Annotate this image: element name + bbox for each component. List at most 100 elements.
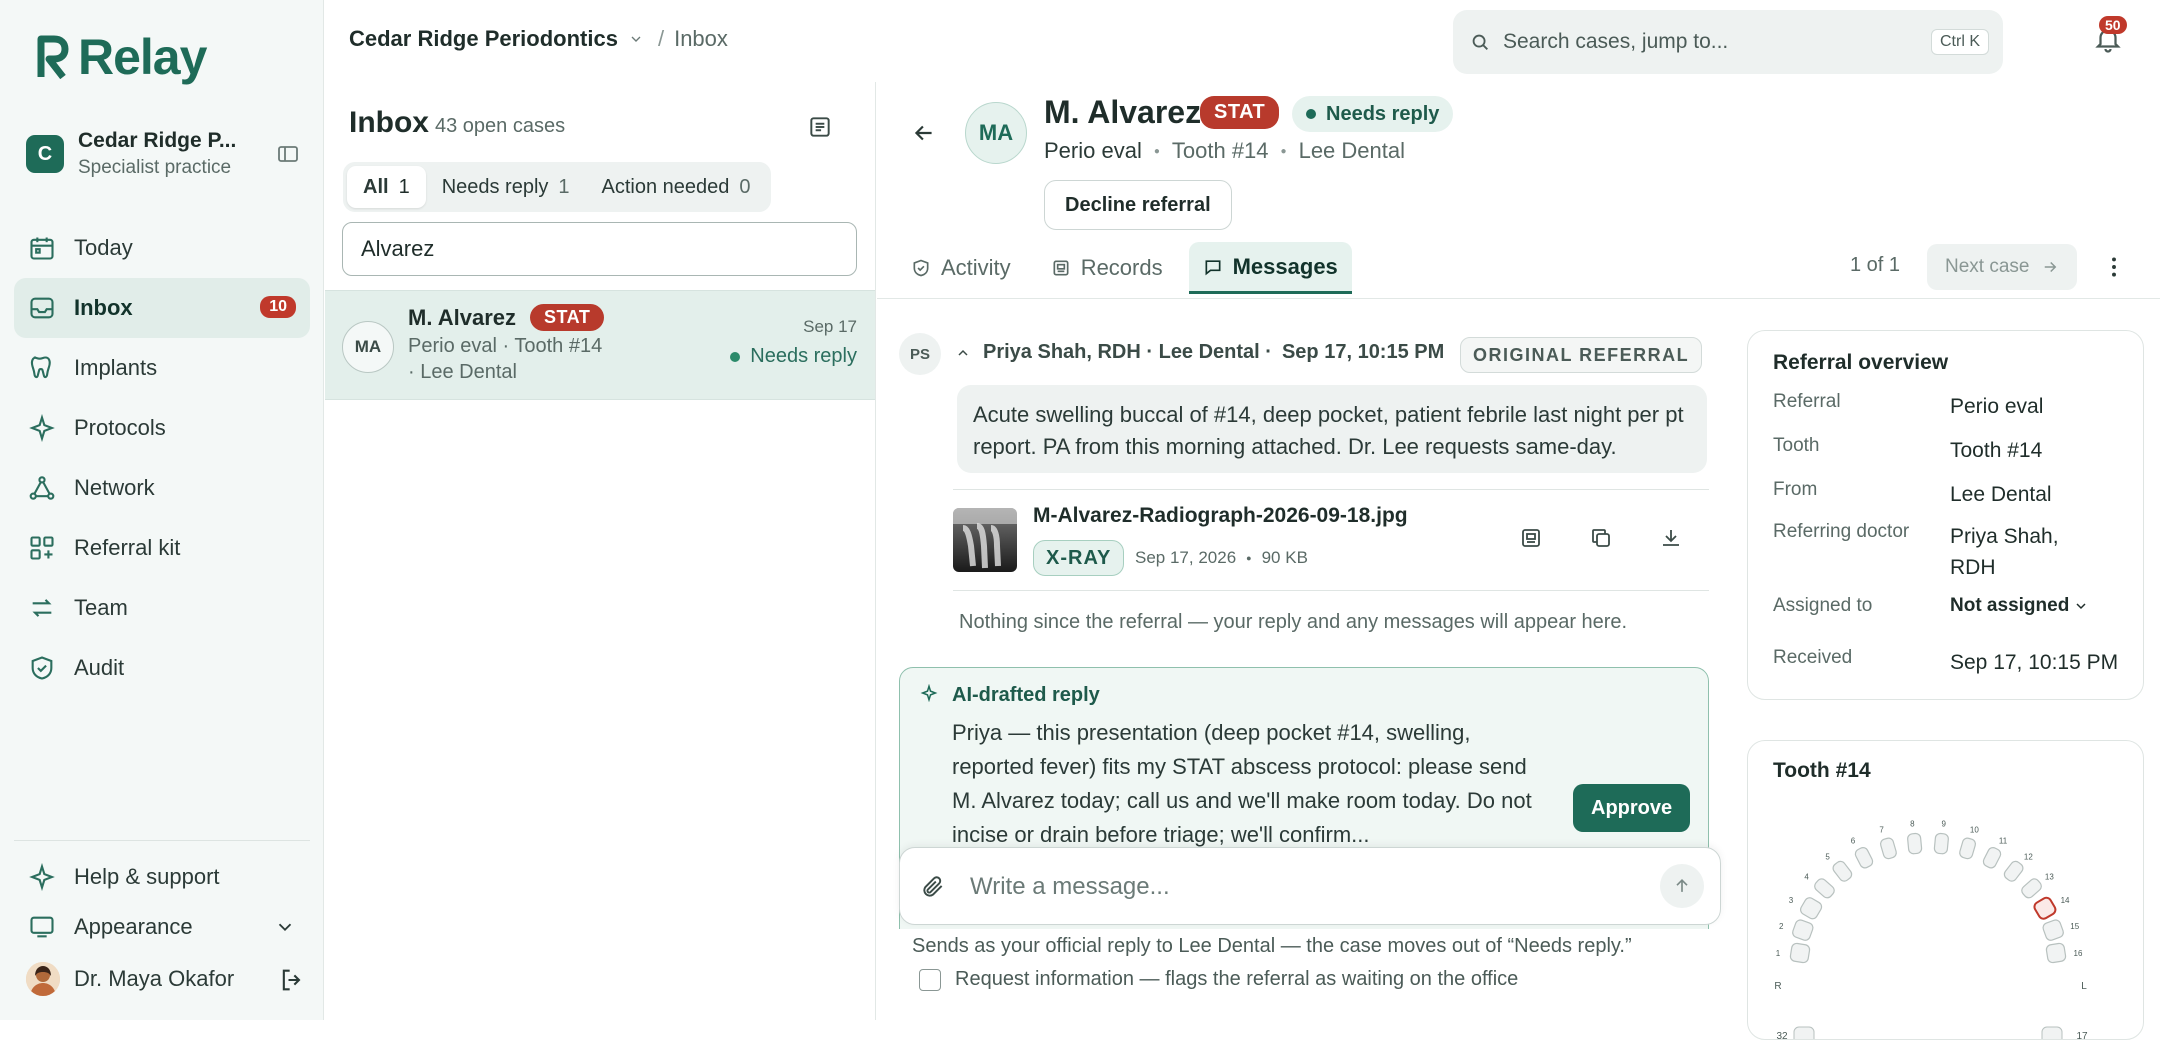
sidebar-item-label: Today — [74, 235, 133, 260]
tab-messages[interactable]: Messages — [1188, 242, 1352, 294]
sidebar-collapse-icon[interactable] — [276, 142, 300, 166]
sidebar-item-label: Implants — [74, 355, 158, 380]
copy-icon[interactable] — [1589, 526, 1613, 550]
tooth-7[interactable] — [1879, 837, 1897, 860]
overview-value: Lee Dental — [1950, 483, 2052, 506]
tab-records[interactable]: Records — [1037, 242, 1177, 294]
assignee-select[interactable]: Not assigned — [1950, 595, 2089, 617]
radiograph-thumbnail[interactable] — [953, 508, 1017, 572]
overview-label: Assigned to — [1773, 595, 1873, 616]
logout-icon[interactable] — [278, 966, 306, 994]
attachment-filename[interactable]: M-Alvarez-Radiograph-2026-09-18.jpg — [1033, 504, 1408, 528]
tooth-9[interactable] — [1933, 832, 1949, 855]
list-view-icon[interactable] — [807, 114, 833, 140]
filter-action-needed[interactable]: Action needed 0 — [586, 166, 767, 208]
status-dot — [1306, 109, 1316, 119]
search-input[interactable]: Search cases, jump to... — [1503, 30, 1931, 54]
sidebar-item-inbox[interactable]: Inbox 10 — [14, 278, 310, 338]
help-support-link[interactable]: Help & support — [14, 852, 310, 902]
tooth-1[interactable] — [1789, 942, 1811, 964]
relay-logo-icon — [37, 35, 69, 79]
case-tooth: Tooth #14 — [1171, 138, 1269, 163]
case-pager: 1 of 1 — [1850, 254, 1901, 276]
tooth-12[interactable] — [2002, 859, 2025, 883]
tooth-14[interactable] — [2033, 896, 2058, 921]
back-arrow-icon[interactable] — [911, 120, 937, 146]
message-header: Priya Shah, RDH · Lee Dental · Sep 17, 1… — [955, 341, 1444, 364]
approve-button[interactable]: Approve — [1573, 784, 1691, 832]
tooth-4[interactable] — [1813, 877, 1837, 900]
user-profile[interactable]: Dr. Maya Okafor — [26, 962, 316, 996]
overview-row: Referring doctor Priya Shah, RDH — [1773, 521, 2133, 583]
preview-icon[interactable] — [1519, 526, 1543, 550]
attachment-row[interactable]: M-Alvarez-Radiograph-2026-09-18.jpg X-RA… — [953, 489, 1709, 591]
tooth-5[interactable] — [1831, 859, 1854, 883]
org-switcher[interactable]: C Cedar Ridge P... Specialist practice — [26, 126, 306, 182]
sidebar-item-protocols[interactable]: Protocols — [14, 398, 310, 458]
bullet-separator: ● — [1280, 145, 1287, 157]
filter-all[interactable]: All 1 — [347, 166, 426, 208]
tooth-11[interactable] — [1982, 846, 2003, 870]
tooth-2[interactable] — [1791, 919, 1814, 942]
filter-label: Action needed — [601, 175, 730, 198]
arrows-icon — [28, 594, 56, 622]
tooth-number-label: 1 — [1776, 949, 1781, 958]
right-side-label: R — [1774, 981, 1781, 992]
attachment-meta: Sep 17, 2026 ● 90 KB — [1135, 548, 1308, 568]
sidebar-item-network[interactable]: Network — [14, 458, 310, 518]
case-details: Perio eval · Tooth #14 · Lee Dental — [408, 333, 628, 385]
more-options-icon[interactable] — [2101, 254, 2127, 280]
inbox-open-count: 43 open cases — [435, 115, 566, 137]
chevron-down-icon — [2076, 603, 2086, 610]
global-search[interactable]: Search cases, jump to... Ctrl K — [1453, 10, 2003, 74]
tooth-3[interactable] — [1799, 896, 1824, 921]
request-info-option[interactable]: Request information — flags the referral… — [919, 968, 1518, 991]
download-icon[interactable] — [1659, 526, 1683, 550]
sidebar-item-audit[interactable]: Audit — [14, 638, 310, 698]
bullet-separator: ● — [1153, 145, 1160, 157]
overview-value: Sep 17, 10:15 PM — [1950, 651, 2119, 674]
sidebar-item-today[interactable]: Today — [14, 218, 310, 278]
tooth-number-label: 14 — [2061, 896, 2070, 905]
org-name: Cedar Ridge P... — [78, 129, 237, 152]
next-case-button[interactable]: Next case — [1927, 244, 2078, 290]
tooth-chart[interactable]: 12345678 910111213141516R L32 17 — [1768, 803, 2128, 1040]
case-from: Lee Dental — [1298, 138, 1405, 163]
tooth-8[interactable] — [1907, 832, 1923, 855]
tooth-16[interactable] — [2045, 942, 2067, 964]
filter-needs-reply[interactable]: Needs reply 1 — [426, 166, 586, 208]
chevron-up-icon[interactable] — [955, 345, 971, 361]
sidebar-item-team[interactable]: Team — [14, 578, 310, 638]
status-badge: Needs reply — [1292, 96, 1454, 132]
appearance-toggle[interactable]: Appearance — [14, 902, 310, 952]
send-button[interactable] — [1660, 864, 1704, 908]
decline-referral-button[interactable]: Decline referral — [1044, 180, 1232, 230]
list-item[interactable]: MA M. Alvarez STAT Perio eval · Tooth #1… — [325, 290, 875, 400]
tooth-10[interactable] — [1959, 837, 1977, 860]
chevron-down-icon[interactable] — [628, 31, 644, 47]
lower-tooth-32[interactable] — [1793, 1026, 1815, 1040]
ai-draft-body: Priya — this presentation (deep pocket #… — [952, 720, 1532, 847]
tooth-15[interactable] — [2042, 919, 2065, 942]
sidebar-item-referral-kit[interactable]: Referral kit — [14, 518, 310, 578]
breadcrumb-org[interactable]: Cedar Ridge Periodontics — [349, 26, 618, 52]
inbox-search-input[interactable] — [342, 222, 857, 276]
referral-overview-card: Referral overview Referral Perio eval Too… — [1747, 330, 2144, 700]
sidebar-item-label: Network — [74, 475, 155, 500]
tab-activity[interactable]: Activity — [897, 242, 1025, 294]
lower-tooth-17[interactable] — [2041, 1026, 2063, 1040]
appearance-label: Appearance — [74, 914, 193, 939]
sidebar-item-implants[interactable]: Implants — [14, 338, 310, 398]
app-logo[interactable]: Relay — [36, 28, 207, 86]
tooth-number-label: 13 — [2045, 873, 2054, 882]
paperclip-icon[interactable] — [920, 874, 946, 900]
overview-label: Referral — [1773, 391, 1841, 412]
request-info-checkbox[interactable] — [919, 968, 941, 991]
tooth-6[interactable] — [1854, 846, 1875, 870]
tooth-13[interactable] — [2020, 877, 2044, 900]
message-input[interactable] — [970, 868, 1620, 906]
grid-icon — [28, 534, 56, 562]
filter-label: All — [363, 175, 389, 198]
org-avatar: C — [26, 135, 64, 173]
breadcrumb: Cedar Ridge Periodontics / Inbox — [349, 26, 728, 52]
